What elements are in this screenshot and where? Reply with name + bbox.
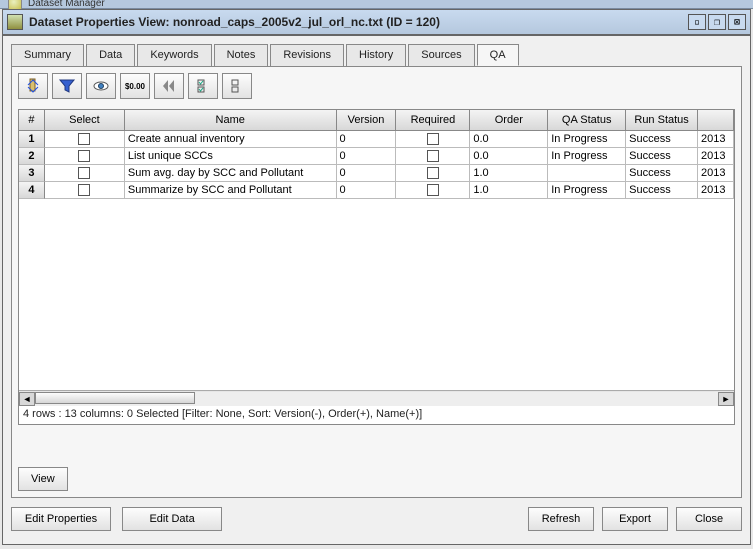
table-status: 4 rows : 13 columns: 0 Selected [Filter:… (19, 406, 734, 424)
checkbox-icon[interactable] (78, 167, 90, 179)
tab-data[interactable]: Data (86, 44, 135, 66)
tab-panel-qa: $0.00 #SelectNameVersionRequiredOrderQA … (11, 66, 742, 498)
cell-extra: 2013 (698, 165, 734, 182)
cell-run-status: Success (626, 148, 698, 165)
toolbar: $0.00 (12, 67, 741, 105)
tab-notes[interactable]: Notes (214, 44, 269, 66)
required-checkbox[interactable] (396, 148, 470, 165)
select-checkbox[interactable] (45, 182, 125, 199)
checkbox-icon[interactable] (427, 184, 439, 196)
row-header[interactable]: 2 (19, 148, 45, 165)
clear-selection-icon[interactable] (222, 73, 252, 99)
cell-version: 0 (337, 182, 397, 199)
first-icon[interactable] (154, 73, 184, 99)
tab-sources[interactable]: Sources (408, 44, 474, 66)
minimize-icon[interactable]: ▫ (688, 14, 706, 30)
cell-extra: 2013 (698, 182, 734, 199)
col-header--[interactable]: # (19, 110, 45, 130)
col-header-select[interactable]: Select (45, 110, 125, 130)
col-header-version[interactable]: Version (337, 110, 397, 130)
qa-table[interactable]: #SelectNameVersionRequiredOrderQA Status… (18, 109, 735, 425)
checkbox-icon[interactable] (78, 133, 90, 145)
cell-run-status: Success (626, 131, 698, 148)
table-row[interactable]: 2 List unique SCCs0 0.0In ProgressSuccess2… (19, 148, 734, 165)
checkbox-icon[interactable] (78, 184, 90, 196)
col-header-name[interactable]: Name (125, 110, 337, 130)
required-checkbox[interactable] (396, 182, 470, 199)
cell-run-status: Success (626, 165, 698, 182)
table-row[interactable]: 3 Sum avg. day by SCC and Pollutant0 1.0 Su… (19, 165, 734, 182)
select-checkbox[interactable] (45, 131, 125, 148)
scroll-left-icon[interactable]: ◄ (19, 392, 35, 406)
table-row[interactable]: 4 Summarize by SCC and Pollutant0 1.0In Pr… (19, 182, 734, 199)
app-icon (7, 14, 23, 30)
cell-version: 0 (337, 148, 397, 165)
tab-revisions[interactable]: Revisions (270, 44, 344, 66)
cell-qa-status (548, 165, 626, 182)
checkbox-icon[interactable] (427, 150, 439, 162)
tab-history[interactable]: History (346, 44, 406, 66)
close-icon[interactable]: ⊠ (728, 14, 746, 30)
cell-name: List unique SCCs (125, 148, 337, 165)
cell-qa-status: In Progress (548, 182, 626, 199)
cell-order: 1.0 (470, 165, 548, 182)
table-row[interactable]: 1 Create annual inventory0 0.0In ProgressS… (19, 131, 734, 148)
window-title: Dataset Properties View: nonroad_caps_20… (29, 15, 440, 29)
cell-name: Create annual inventory (125, 131, 337, 148)
checkbox-icon[interactable] (427, 133, 439, 145)
cell-order: 0.0 (470, 131, 548, 148)
col-header-required[interactable]: Required (396, 110, 470, 130)
row-header[interactable]: 4 (19, 182, 45, 199)
export-button[interactable]: Export (602, 507, 668, 531)
select-checkbox[interactable] (45, 165, 125, 182)
cell-run-status: Success (626, 182, 698, 199)
checkbox-icon[interactable] (78, 150, 90, 162)
format-icon[interactable]: $0.00 (120, 73, 150, 99)
peek-window-title: Dataset Manager (28, 0, 105, 9)
select-checkbox[interactable] (45, 148, 125, 165)
select-all-icon[interactable] (188, 73, 218, 99)
sort-icon[interactable] (18, 73, 48, 99)
window-titlebar[interactable]: Dataset Properties View: nonroad_caps_20… (2, 9, 751, 35)
cell-qa-status: In Progress (548, 148, 626, 165)
scroll-right-icon[interactable]: ► (718, 392, 734, 406)
cell-order: 1.0 (470, 182, 548, 199)
close-button[interactable]: Close (676, 507, 742, 531)
cell-name: Sum avg. day by SCC and Pollutant (125, 165, 337, 182)
col-header-run-status[interactable]: Run Status (626, 110, 698, 130)
edit-properties-button[interactable]: Edit Properties (11, 507, 111, 531)
cell-order: 0.0 (470, 148, 548, 165)
refresh-button[interactable]: Refresh (528, 507, 594, 531)
view-button[interactable]: View (18, 467, 68, 491)
required-checkbox[interactable] (396, 131, 470, 148)
maximize-icon[interactable]: ❐ (708, 14, 726, 30)
tab-summary[interactable]: Summary (11, 44, 84, 66)
cell-name: Summarize by SCC and Pollutant (125, 182, 337, 199)
col-header-extra[interactable] (698, 110, 734, 130)
required-checkbox[interactable] (396, 165, 470, 182)
cell-extra: 2013 (698, 131, 734, 148)
col-header-order[interactable]: Order (470, 110, 548, 130)
row-header[interactable]: 1 (19, 131, 45, 148)
checkbox-icon[interactable] (427, 167, 439, 179)
cell-version: 0 (337, 165, 397, 182)
cell-qa-status: In Progress (548, 131, 626, 148)
view-icon[interactable] (86, 73, 116, 99)
edit-data-button[interactable]: Edit Data (122, 507, 222, 531)
cell-version: 0 (337, 131, 397, 148)
tab-keywords[interactable]: Keywords (137, 44, 211, 66)
cell-extra: 2013 (698, 148, 734, 165)
filter-icon[interactable] (52, 73, 82, 99)
tab-qa[interactable]: QA (477, 44, 519, 66)
horizontal-scrollbar[interactable]: ◄ ► (19, 390, 734, 406)
scroll-thumb[interactable] (35, 392, 195, 404)
col-header-qa-status[interactable]: QA Status (548, 110, 626, 130)
row-header[interactable]: 3 (19, 165, 45, 182)
